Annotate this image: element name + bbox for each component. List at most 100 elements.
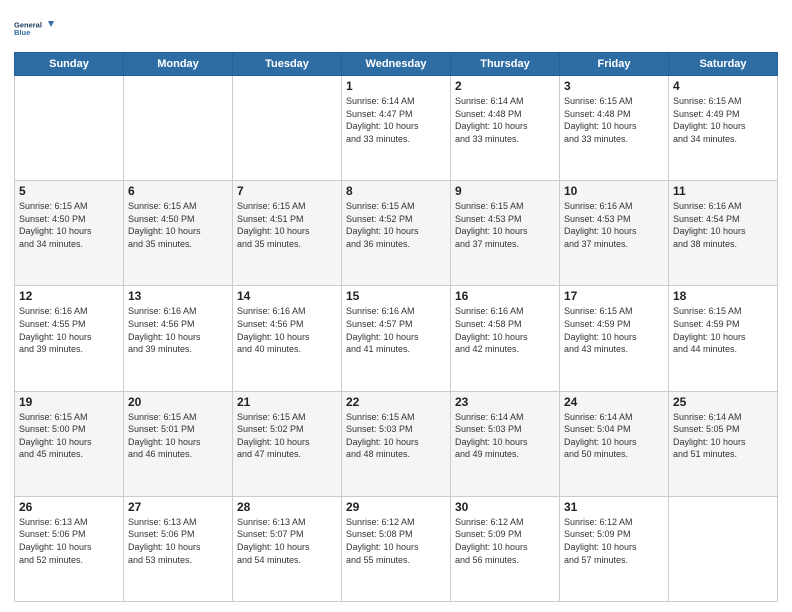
day-info: Sunrise: 6:15 AM Sunset: 4:49 PM Dayligh… <box>673 95 773 145</box>
calendar-cell: 28 Sunrise: 6:13 AM Sunset: 5:07 PM Dayli… <box>233 496 342 601</box>
day-info: Sunrise: 6:15 AM Sunset: 4:59 PM Dayligh… <box>564 305 664 355</box>
day-info: Sunrise: 6:15 AM Sunset: 5:03 PM Dayligh… <box>346 411 446 461</box>
day-info: Sunrise: 6:16 AM Sunset: 4:56 PM Dayligh… <box>128 305 228 355</box>
calendar-cell: 7 Sunrise: 6:15 AM Sunset: 4:51 PM Daylig… <box>233 181 342 286</box>
day-info: Sunrise: 6:14 AM Sunset: 5:03 PM Dayligh… <box>455 411 555 461</box>
calendar-cell <box>124 76 233 181</box>
calendar-cell: 18 Sunrise: 6:15 AM Sunset: 4:59 PM Dayli… <box>669 286 778 391</box>
calendar-cell: 25 Sunrise: 6:14 AM Sunset: 5:05 PM Dayli… <box>669 391 778 496</box>
calendar-cell: 16 Sunrise: 6:16 AM Sunset: 4:58 PM Dayli… <box>451 286 560 391</box>
day-number: 17 <box>564 289 664 303</box>
weekday-sunday: Sunday <box>15 53 124 76</box>
day-info: Sunrise: 6:12 AM Sunset: 5:09 PM Dayligh… <box>455 516 555 566</box>
calendar-cell: 6Sunrise: 6:15 AM Sunset: 4:50 PM Daylig… <box>124 181 233 286</box>
calendar-cell: 4 Sunrise: 6:15 AM Sunset: 4:49 PM Daylig… <box>669 76 778 181</box>
svg-text:Blue: Blue <box>14 28 30 37</box>
calendar-cell: 26 Sunrise: 6:13 AM Sunset: 5:06 PM Dayli… <box>15 496 124 601</box>
calendar-cell: 19Sunrise: 6:15 AM Sunset: 5:00 PM Dayli… <box>15 391 124 496</box>
day-number: 16 <box>455 289 555 303</box>
day-number: 12 <box>19 289 119 303</box>
calendar-cell: 3 Sunrise: 6:15 AM Sunset: 4:48 PM Daylig… <box>560 76 669 181</box>
day-number: 25 <box>673 395 773 409</box>
calendar-cell <box>669 496 778 601</box>
day-number: 7 <box>237 184 337 198</box>
day-number: 24 <box>564 395 664 409</box>
day-number: 1 <box>346 79 446 93</box>
day-number: 14 <box>237 289 337 303</box>
calendar-cell <box>233 76 342 181</box>
day-info: Sunrise: 6:12 AM Sunset: 5:09 PM Dayligh… <box>564 516 664 566</box>
day-info: Sunrise: 6:15 AM Sunset: 5:01 PM Dayligh… <box>128 411 228 461</box>
day-number: 3 <box>564 79 664 93</box>
week-row-4: 19Sunrise: 6:15 AM Sunset: 5:00 PM Dayli… <box>15 391 778 496</box>
day-number: 22 <box>346 395 446 409</box>
calendar-cell: 14 Sunrise: 6:16 AM Sunset: 4:56 PM Dayli… <box>233 286 342 391</box>
calendar-cell: 20Sunrise: 6:15 AM Sunset: 5:01 PM Dayli… <box>124 391 233 496</box>
day-number: 27 <box>128 500 228 514</box>
header: General Blue <box>14 12 778 44</box>
day-info: Sunrise: 6:14 AM Sunset: 5:04 PM Dayligh… <box>564 411 664 461</box>
day-info: Sunrise: 6:14 AM Sunset: 4:48 PM Dayligh… <box>455 95 555 145</box>
calendar-cell: 31Sunrise: 6:12 AM Sunset: 5:09 PM Dayli… <box>560 496 669 601</box>
day-number: 18 <box>673 289 773 303</box>
calendar-cell: 17 Sunrise: 6:15 AM Sunset: 4:59 PM Dayli… <box>560 286 669 391</box>
day-number: 21 <box>237 395 337 409</box>
week-row-5: 26 Sunrise: 6:13 AM Sunset: 5:06 PM Dayli… <box>15 496 778 601</box>
day-info: Sunrise: 6:15 AM Sunset: 4:48 PM Dayligh… <box>564 95 664 145</box>
calendar-cell: 8Sunrise: 6:15 AM Sunset: 4:52 PM Daylig… <box>342 181 451 286</box>
calendar-cell: 29 Sunrise: 6:12 AM Sunset: 5:08 PM Dayli… <box>342 496 451 601</box>
weekday-header-row: SundayMondayTuesdayWednesdayThursdayFrid… <box>15 53 778 76</box>
weekday-saturday: Saturday <box>669 53 778 76</box>
day-info: Sunrise: 6:15 AM Sunset: 4:50 PM Dayligh… <box>19 200 119 250</box>
day-number: 29 <box>346 500 446 514</box>
day-info: Sunrise: 6:15 AM Sunset: 4:51 PM Dayligh… <box>237 200 337 250</box>
weekday-friday: Friday <box>560 53 669 76</box>
logo-svg: General Blue <box>14 12 54 44</box>
day-info: Sunrise: 6:16 AM Sunset: 4:55 PM Dayligh… <box>19 305 119 355</box>
weekday-monday: Monday <box>124 53 233 76</box>
day-number: 8 <box>346 184 446 198</box>
day-info: Sunrise: 6:16 AM Sunset: 4:58 PM Dayligh… <box>455 305 555 355</box>
calendar-cell: 1Sunrise: 6:14 AM Sunset: 4:47 PM Daylig… <box>342 76 451 181</box>
week-row-3: 12 Sunrise: 6:16 AM Sunset: 4:55 PM Dayli… <box>15 286 778 391</box>
calendar-cell: 13Sunrise: 6:16 AM Sunset: 4:56 PM Dayli… <box>124 286 233 391</box>
day-number: 28 <box>237 500 337 514</box>
week-row-1: 1Sunrise: 6:14 AM Sunset: 4:47 PM Daylig… <box>15 76 778 181</box>
day-number: 11 <box>673 184 773 198</box>
day-info: Sunrise: 6:15 AM Sunset: 4:59 PM Dayligh… <box>673 305 773 355</box>
day-info: Sunrise: 6:14 AM Sunset: 5:05 PM Dayligh… <box>673 411 773 461</box>
calendar-cell: 22 Sunrise: 6:15 AM Sunset: 5:03 PM Dayli… <box>342 391 451 496</box>
day-number: 15 <box>346 289 446 303</box>
calendar-cell: 23 Sunrise: 6:14 AM Sunset: 5:03 PM Dayli… <box>451 391 560 496</box>
day-info: Sunrise: 6:13 AM Sunset: 5:06 PM Dayligh… <box>128 516 228 566</box>
calendar-table: SundayMondayTuesdayWednesdayThursdayFrid… <box>14 52 778 602</box>
day-info: Sunrise: 6:15 AM Sunset: 5:02 PM Dayligh… <box>237 411 337 461</box>
day-info: Sunrise: 6:13 AM Sunset: 5:06 PM Dayligh… <box>19 516 119 566</box>
day-number: 9 <box>455 184 555 198</box>
calendar-cell: 10 Sunrise: 6:16 AM Sunset: 4:53 PM Dayli… <box>560 181 669 286</box>
calendar-cell <box>15 76 124 181</box>
day-info: Sunrise: 6:16 AM Sunset: 4:53 PM Dayligh… <box>564 200 664 250</box>
day-number: 4 <box>673 79 773 93</box>
day-info: Sunrise: 6:15 AM Sunset: 4:53 PM Dayligh… <box>455 200 555 250</box>
day-info: Sunrise: 6:16 AM Sunset: 4:56 PM Dayligh… <box>237 305 337 355</box>
weekday-tuesday: Tuesday <box>233 53 342 76</box>
day-number: 26 <box>19 500 119 514</box>
day-number: 5 <box>19 184 119 198</box>
day-info: Sunrise: 6:13 AM Sunset: 5:07 PM Dayligh… <box>237 516 337 566</box>
logo: General Blue <box>14 12 54 44</box>
day-number: 2 <box>455 79 555 93</box>
calendar-cell: 11 Sunrise: 6:16 AM Sunset: 4:54 PM Dayli… <box>669 181 778 286</box>
calendar-cell: 24 Sunrise: 6:14 AM Sunset: 5:04 PM Dayli… <box>560 391 669 496</box>
day-number: 23 <box>455 395 555 409</box>
day-number: 30 <box>455 500 555 514</box>
day-info: Sunrise: 6:16 AM Sunset: 4:54 PM Dayligh… <box>673 200 773 250</box>
calendar-cell: 15Sunrise: 6:16 AM Sunset: 4:57 PM Dayli… <box>342 286 451 391</box>
day-info: Sunrise: 6:15 AM Sunset: 4:50 PM Dayligh… <box>128 200 228 250</box>
calendar-cell: 2 Sunrise: 6:14 AM Sunset: 4:48 PM Daylig… <box>451 76 560 181</box>
calendar-cell: 9 Sunrise: 6:15 AM Sunset: 4:53 PM Daylig… <box>451 181 560 286</box>
day-number: 10 <box>564 184 664 198</box>
page: General Blue SundayMondayTuesdayWednesda… <box>0 0 792 612</box>
day-info: Sunrise: 6:12 AM Sunset: 5:08 PM Dayligh… <box>346 516 446 566</box>
day-number: 19 <box>19 395 119 409</box>
